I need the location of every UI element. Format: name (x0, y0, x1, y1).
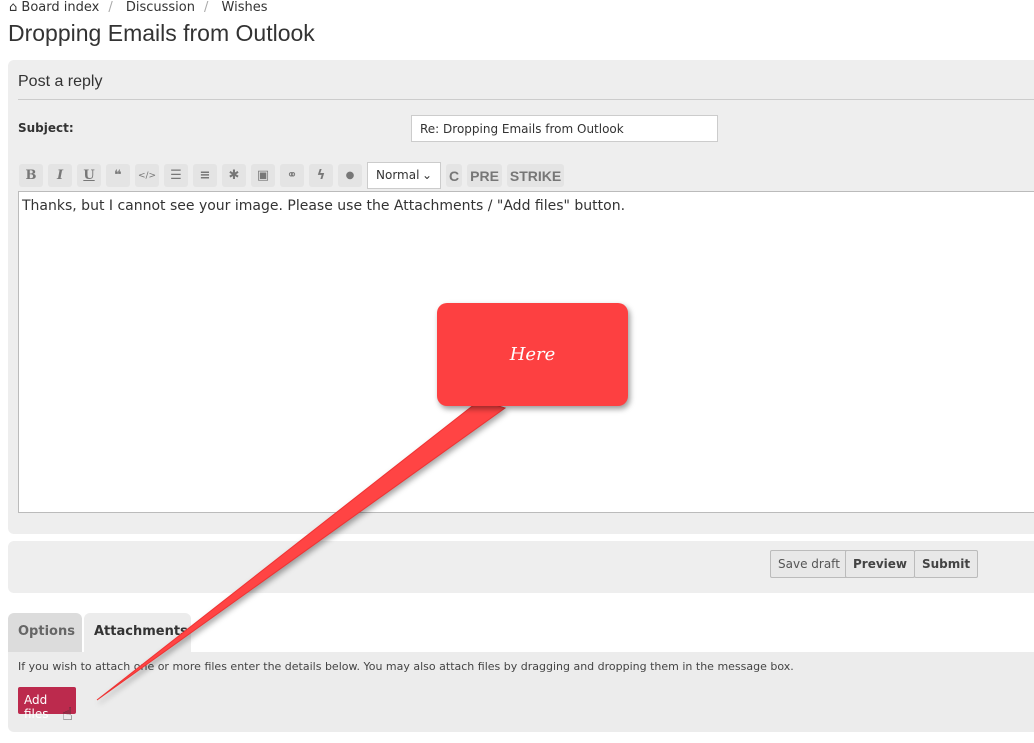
hand-cursor-icon: ☝ (62, 704, 73, 725)
annotation-callout: Here (437, 303, 628, 406)
